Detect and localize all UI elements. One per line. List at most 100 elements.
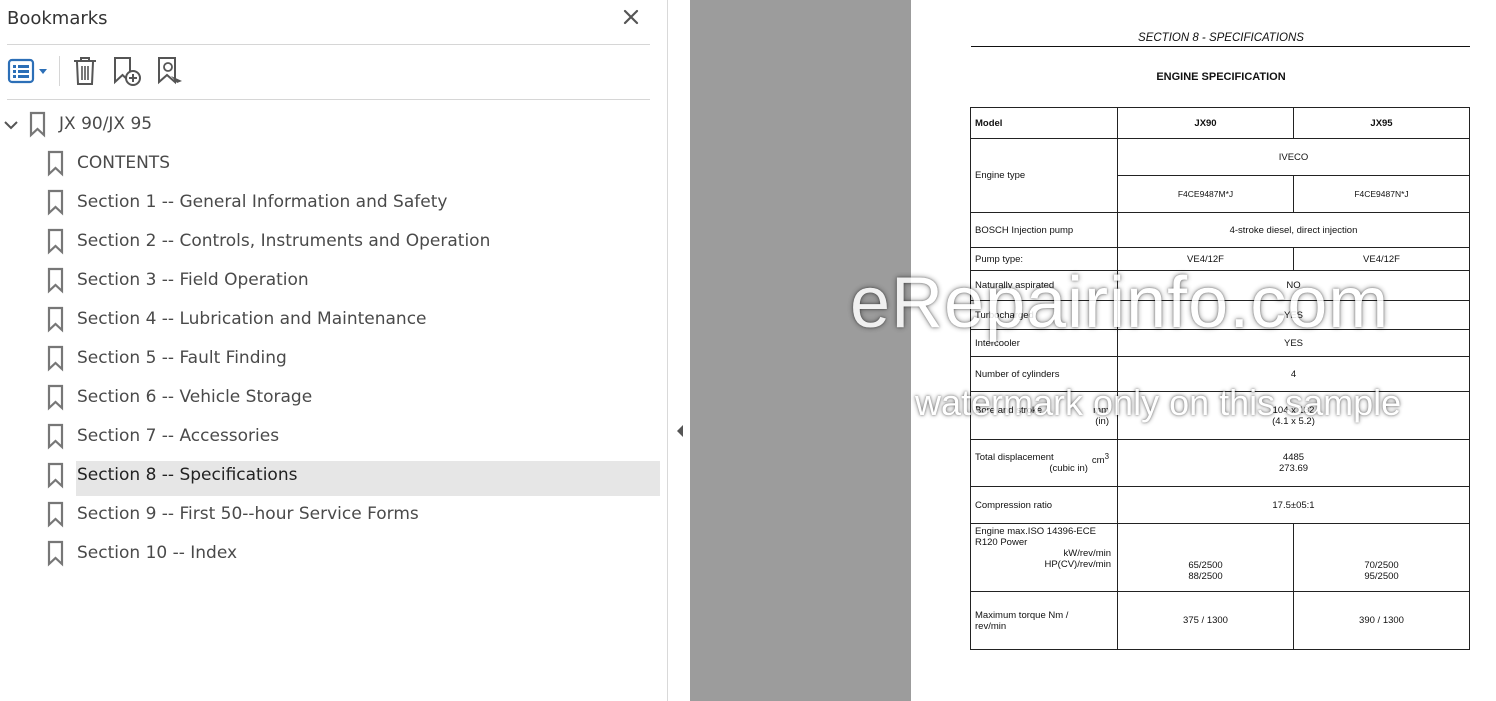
chevron-down-icon[interactable] <box>2 116 20 134</box>
table-cell: F4CE9487N*J <box>1293 175 1470 213</box>
power-kw: 65/2500 <box>1188 559 1223 571</box>
table-row: Bore and stroke mm (in) 104 x 132 (4.1 x… <box>970 391 1470 440</box>
divider <box>7 44 650 45</box>
table-cell: NO <box>1117 270 1470 301</box>
table-cell: IVECO <box>1117 138 1470 176</box>
table-cell: JX95 <box>1293 107 1470 139</box>
bookmark-label: Section 8 -- Specifications <box>77 465 298 485</box>
displacement-unit: cm3 <box>1091 452 1109 467</box>
bookmark-icon <box>47 462 64 489</box>
displacement-in: 273.69 <box>1278 463 1309 474</box>
bookmark-item[interactable]: Section 5 -- Fault Finding <box>42 341 642 375</box>
table-cell: VE4/12F <box>1117 247 1294 271</box>
bookmark-label: Section 5 -- Fault Finding <box>77 348 287 368</box>
bookmark-label: Section 7 -- Accessories <box>77 426 280 446</box>
delete-trash-icon <box>74 57 96 85</box>
panel-title: Bookmarks <box>7 8 108 29</box>
table-row: Engine type IVECO <box>970 138 1470 213</box>
bookmarks-panel: Bookmarks JX 90/JX 95 CONTENTS Section 1… <box>0 0 668 701</box>
torque-label: Maximum torque Nm / <box>975 609 1069 621</box>
find-current-bookmark-button[interactable] <box>155 54 189 88</box>
new-bookmark-icon <box>114 57 141 86</box>
bore-value-in: (4.1 x 5.2) <box>1272 415 1315 427</box>
bookmark-item-selected[interactable]: Section 8 -- Specifications <box>42 458 642 492</box>
bookmark-item[interactable]: CONTENTS <box>42 146 642 180</box>
table-cell: VE4/12F <box>1293 247 1470 271</box>
collapse-left-arrow-icon[interactable] <box>674 423 686 439</box>
bookmark-icon <box>47 306 64 333</box>
table-cell: BOSCH Injection pump <box>970 212 1118 248</box>
bookmark-icon <box>47 189 64 216</box>
table-cell: YES <box>1117 329 1470 357</box>
bookmark-icon <box>47 228 64 255</box>
close-icon <box>623 9 639 25</box>
bookmark-label: Section 2 -- Controls, Instruments and O… <box>77 231 491 251</box>
table-cell: Total displacement cm3 (cubic in) <box>970 439 1118 487</box>
bookmark-root[interactable]: JX 90/JX 95 <box>22 107 322 141</box>
engine-spec-table: Model JX90 JX95 Engine type IVECO F4CE94… <box>970 107 1470 650</box>
header-rule <box>971 46 1470 47</box>
delete-bookmark-button[interactable] <box>70 54 100 88</box>
table-cell: 104 x 132 (4.1 x 5.2) <box>1117 391 1470 440</box>
table-cell: YES <box>1117 300 1470 330</box>
bookmark-label: CONTENTS <box>77 153 170 173</box>
find-current-bookmark-icon <box>158 57 182 85</box>
bookmark-icon <box>47 150 64 177</box>
table-cell: Bore and stroke mm (in) <box>970 391 1118 440</box>
torque-label: rev/min <box>975 620 1007 632</box>
bookmark-item[interactable]: Section 9 -- First 50--hour Service Form… <box>42 497 642 531</box>
bookmark-item[interactable]: Section 1 -- General Information and Saf… <box>42 185 642 219</box>
bookmark-icon <box>47 345 64 372</box>
table-cell: 17.5±05:1 <box>1117 486 1470 524</box>
new-bookmark-button[interactable] <box>110 54 144 88</box>
bookmark-label: JX 90/JX 95 <box>59 114 153 134</box>
power-unit-hp: HP(CV)/rev/min <box>1044 559 1111 570</box>
panel-splitter[interactable] <box>668 0 690 701</box>
power-label: R120 Power <box>975 537 1028 548</box>
bookmark-item[interactable]: Section 6 -- Vehicle Storage <box>42 380 642 414</box>
bookmark-item[interactable]: Section 7 -- Accessories <box>42 419 642 453</box>
close-panel-button[interactable] <box>620 6 642 28</box>
table-cell: F4CE9487M*J <box>1117 175 1294 213</box>
bookmark-label: Section 1 -- General Information and Saf… <box>77 192 448 212</box>
table-cell: Intercooler <box>970 329 1118 357</box>
table-row: Number of cylinders 4 <box>970 356 1470 392</box>
table-cell: Maximum torque Nm / rev/min <box>970 591 1118 650</box>
bookmark-label: Section 3 -- Field Operation <box>77 270 309 290</box>
bore-value-mm: 104 x 132 <box>1272 404 1315 416</box>
bookmark-item[interactable]: Section 3 -- Field Operation <box>42 263 642 297</box>
displacement-unit-in: (cubic in) <box>1049 463 1088 474</box>
bookmark-icon <box>47 267 64 294</box>
table-row: Total displacement cm3 (cubic in) 4485 2… <box>970 439 1470 487</box>
bookmark-label: Section 9 -- First 50--hour Service Form… <box>77 504 419 524</box>
divider <box>7 99 650 100</box>
bore-unit-in: (in) <box>1095 415 1109 427</box>
bookmark-label: Section 6 -- Vehicle Storage <box>77 387 313 407</box>
table-cell: Engine max.ISO 14396-ECE R120 Power kW/r… <box>970 523 1118 592</box>
table-row: Compression ratio 17.5±05:1 <box>970 486 1470 524</box>
bookmark-label: Section 10 -- Index <box>77 543 238 563</box>
table-cell: 4 <box>1117 356 1470 392</box>
table-cell: 375 / 1300 <box>1117 591 1294 650</box>
displacement-label: Total displacement <box>975 452 1054 463</box>
power-hp: 95/2500 <box>1364 570 1399 582</box>
bookmark-label: Section 4 -- Lubrication and Maintenance <box>77 309 427 329</box>
table-row: BOSCH Injection pump 4-stroke diesel, di… <box>970 212 1470 248</box>
table-cell: Model <box>970 107 1118 139</box>
bookmark-icon <box>47 540 64 567</box>
table-cell: Pump type: <box>970 247 1118 271</box>
table-row: Maximum torque Nm / rev/min 375 / 1300 3… <box>970 591 1470 650</box>
table-cell: Turbocharged <box>970 300 1118 330</box>
power-label: Engine max.ISO 14396-ECE <box>975 526 1096 537</box>
spec-title: ENGINE SPECIFICATION <box>1156 71 1286 83</box>
bookmark-item[interactable]: Section 2 -- Controls, Instruments and O… <box>42 224 642 258</box>
table-cell: Number of cylinders <box>970 356 1118 392</box>
bookmark-icon <box>29 111 46 138</box>
table-cell: Naturally aspirated <box>970 270 1118 301</box>
bookmark-item[interactable]: Section 10 -- Index <box>42 536 642 570</box>
table-cell: 70/2500 95/2500 <box>1293 523 1470 592</box>
bookmark-options-button[interactable] <box>7 54 51 88</box>
bookmark-item[interactable]: Section 4 -- Lubrication and Maintenance <box>42 302 642 336</box>
bore-label: Bore and stroke <box>975 404 1043 416</box>
document-gutter <box>690 0 911 701</box>
